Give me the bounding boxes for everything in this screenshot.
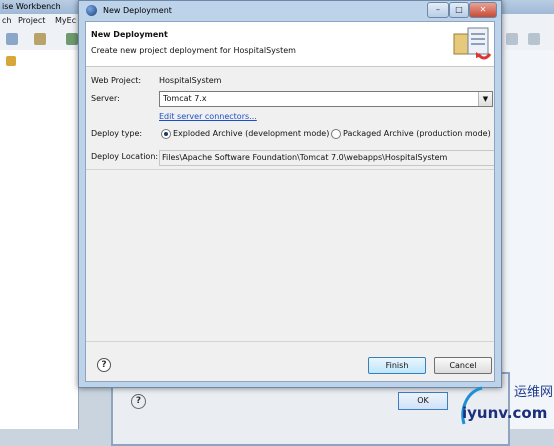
chevron-down-icon[interactable]: ▼ bbox=[478, 92, 492, 106]
close-button[interactable]: ✕ bbox=[469, 2, 497, 18]
deploy-location-field: Files\Apache Software Foundation\Tomcat … bbox=[159, 150, 494, 166]
dialog-title: New Deployment bbox=[103, 6, 172, 15]
wizard-description: Create new project deployment for Hospit… bbox=[91, 46, 296, 55]
separator bbox=[86, 169, 494, 170]
menu-item-project[interactable]: Project bbox=[18, 16, 45, 25]
button-bar-separator bbox=[86, 341, 494, 342]
toolbar-icon[interactable] bbox=[66, 33, 78, 45]
new-deployment-dialog: New Deployment – □ ✕ New Deployment Crea… bbox=[78, 0, 502, 388]
view-icon[interactable] bbox=[6, 56, 16, 66]
exploded-archive-label[interactable]: Exploded Archive (development mode) bbox=[173, 129, 329, 138]
dialog-client-area: New Deployment Create new project deploy… bbox=[85, 21, 495, 382]
toolbar-icon[interactable] bbox=[34, 33, 46, 45]
eclipse-icon bbox=[86, 5, 97, 16]
dialog-title-bar[interactable]: New Deployment – □ ✕ bbox=[79, 1, 501, 20]
menu-item-search[interactable]: ch bbox=[2, 16, 11, 25]
cancel-button[interactable]: Cancel bbox=[434, 357, 492, 374]
maximize-button[interactable]: □ bbox=[449, 2, 469, 18]
wizard-header: New Deployment Create new project deploy… bbox=[86, 22, 494, 67]
exploded-archive-radio[interactable] bbox=[161, 129, 171, 139]
deploy-type-label: Deploy type: bbox=[91, 129, 143, 138]
toolbar-icon[interactable] bbox=[506, 33, 518, 45]
server-selected-value: Tomcat 7.x bbox=[163, 94, 207, 103]
edit-server-connectors-link[interactable]: Edit server connectors... bbox=[159, 112, 257, 121]
iyunv-watermark-logo: 运维网 iyunv.com bbox=[461, 385, 553, 425]
wizard-title: New Deployment bbox=[91, 30, 168, 39]
background-ok-button[interactable]: OK bbox=[398, 392, 448, 410]
deployment-wizard-icon bbox=[453, 27, 492, 60]
web-project-value: HospitalSystem bbox=[159, 76, 222, 85]
watermark-line2: iyunv.com bbox=[462, 404, 547, 422]
web-project-label: Web Project: bbox=[91, 76, 142, 85]
deploy-location-label: Deploy Location: bbox=[91, 152, 159, 161]
menu-item-myeclipse[interactable]: MyEc bbox=[55, 16, 76, 25]
package-explorer-panel bbox=[0, 50, 79, 429]
minimize-button[interactable]: – bbox=[427, 2, 449, 18]
finish-button[interactable]: Finish bbox=[368, 357, 426, 374]
toolbar-icon[interactable] bbox=[6, 33, 18, 45]
packaged-archive-radio[interactable] bbox=[331, 129, 341, 139]
workbench-title: ise Workbench bbox=[2, 2, 61, 11]
watermark-line1: 运维网 bbox=[514, 385, 553, 400]
packaged-archive-label[interactable]: Packaged Archive (production mode) bbox=[343, 129, 491, 138]
help-icon[interactable]: ? bbox=[97, 358, 111, 372]
server-label: Server: bbox=[91, 94, 120, 103]
deploy-location-value: Files\Apache Software Foundation\Tomcat … bbox=[162, 153, 448, 162]
background-help-icon[interactable]: ? bbox=[131, 394, 146, 409]
toolbar-icon[interactable] bbox=[528, 33, 540, 45]
server-select[interactable]: Tomcat 7.x ▼ bbox=[159, 91, 493, 107]
